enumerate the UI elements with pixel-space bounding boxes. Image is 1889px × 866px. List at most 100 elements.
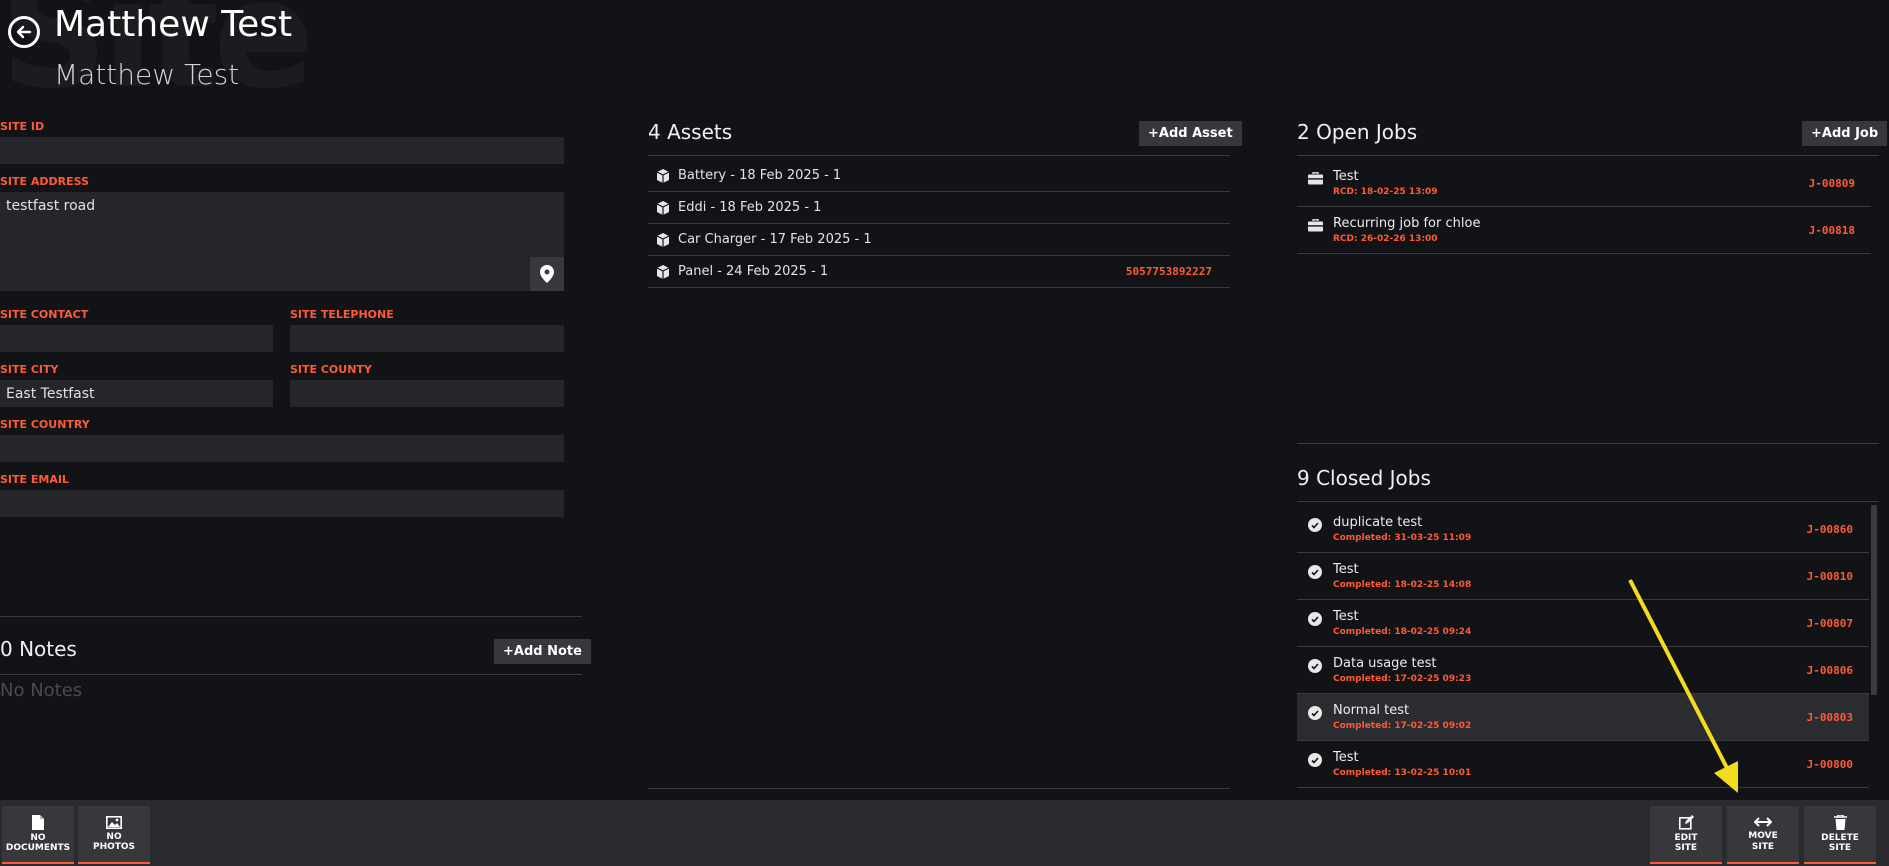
- notes-title: 0 Notes: [0, 637, 77, 661]
- photos-button[interactable]: NO PHOTOS: [78, 806, 150, 864]
- job-text: duplicate test Completed: 31-03-25 11:09: [1333, 515, 1471, 543]
- site-contact-input[interactable]: [0, 325, 273, 352]
- job-due: RCD: 26-02-26 13:00: [1333, 234, 1438, 244]
- divider: [648, 788, 1230, 789]
- map-pin-button[interactable]: [530, 257, 564, 291]
- job-id: J-00809: [1808, 176, 1855, 190]
- photos-label: NO PHOTOS: [92, 831, 136, 852]
- annotation-arrow: [1628, 579, 1738, 793]
- site-county-input[interactable]: [290, 380, 564, 407]
- site-address-textarea[interactable]: testfast road: [0, 192, 564, 291]
- site-telephone-input[interactable]: [290, 325, 564, 352]
- page-subtitle: Matthew Test: [54, 58, 240, 91]
- documents-button[interactable]: NO DOCUMENTS: [2, 806, 74, 864]
- box-icon: [656, 232, 670, 247]
- trash-icon: [1833, 814, 1847, 830]
- edit-site-button[interactable]: EDIT SITE: [1650, 806, 1722, 864]
- job-name: Recurring job for chloe: [1333, 216, 1481, 231]
- add-job-button[interactable]: +Add Job: [1802, 121, 1888, 146]
- closed-job-row[interactable]: Test Completed: 13-02-25 10:01 J-00800: [1297, 741, 1869, 788]
- check-icon-wrap: [1297, 612, 1333, 626]
- check-icon-wrap: [1297, 518, 1333, 532]
- delete-site-button[interactable]: DELETE SITE: [1804, 806, 1876, 864]
- asset-row[interactable]: Eddi - 18 Feb 2025 - 1: [648, 192, 1230, 224]
- job-id: J-00800: [1806, 757, 1853, 771]
- check-icon-wrap: [1297, 753, 1333, 767]
- delete-site-label: DELETE SITE: [1821, 832, 1859, 853]
- check-icon-wrap: [1297, 706, 1333, 720]
- job-id: J-00806: [1806, 663, 1853, 677]
- job-completed: Completed: 31-03-25 11:09: [1333, 533, 1472, 543]
- asset-row[interactable]: Car Charger - 17 Feb 2025 - 1: [648, 224, 1230, 256]
- job-name: Test: [1333, 750, 1359, 765]
- check-icon-wrap: [1297, 659, 1333, 673]
- closed-job-row[interactable]: duplicate test Completed: 31-03-25 11:09 J…: [1297, 506, 1869, 553]
- add-asset-button[interactable]: +Add Asset: [1139, 121, 1242, 146]
- job-due: RCD: 18-02-25 13:09: [1333, 187, 1438, 197]
- page-title: Matthew Test: [54, 4, 293, 45]
- site-email-input[interactable]: [0, 490, 564, 517]
- document-icon: [32, 814, 44, 830]
- open-job-row[interactable]: Test RCD: 18-02-25 13:09 J-00809: [1297, 160, 1871, 207]
- job-name: Normal test: [1333, 703, 1410, 718]
- check-circle-icon: [1308, 753, 1322, 767]
- check-circle-icon: [1308, 706, 1322, 720]
- job-text: Test Completed: 18-02-25 14:08: [1333, 562, 1471, 590]
- box-icon: [656, 264, 670, 279]
- site-address-value: testfast road: [6, 198, 96, 214]
- check-circle-icon: [1308, 565, 1322, 579]
- closed-job-row[interactable]: Data usage test Completed: 17-02-25 09:23…: [1297, 647, 1869, 694]
- divider: [648, 155, 1230, 156]
- site-id-label: SITE ID: [0, 120, 45, 133]
- add-note-button[interactable]: +Add Note: [494, 639, 591, 664]
- move-site-label: MOVE SITE: [1748, 831, 1778, 852]
- site-contact-label: SITE CONTACT: [0, 308, 89, 321]
- job-completed: Completed: 18-02-25 14:08: [1333, 580, 1472, 590]
- move-site-button[interactable]: MOVE SITE: [1727, 806, 1799, 864]
- job-text: Test RCD: 18-02-25 13:09: [1333, 169, 1438, 197]
- back-button[interactable]: [8, 16, 40, 48]
- box-icon: [656, 168, 670, 183]
- toolbox-icon: [1307, 219, 1323, 232]
- job-text: Normal test Completed: 17-02-25 09:02: [1333, 703, 1471, 731]
- closed-job-row[interactable]: Test Completed: 18-02-25 14:08 J-00810: [1297, 553, 1869, 600]
- box-icon-wrap: [648, 232, 678, 247]
- documents-label: NO DOCUMENTS: [5, 832, 71, 853]
- job-name: Data usage test: [1333, 656, 1437, 671]
- toolbox-icon: [1307, 172, 1323, 185]
- job-id: J-00810: [1806, 569, 1853, 583]
- check-icon-wrap: [1297, 565, 1333, 579]
- job-id: J-00803: [1806, 710, 1853, 724]
- job-name: Test: [1333, 169, 1359, 184]
- divider: [1297, 155, 1879, 156]
- asset-row[interactable]: Panel - 24 Feb 2025 - 1 5057753892227: [648, 256, 1230, 288]
- asset-row[interactable]: Battery - 18 Feb 2025 - 1: [648, 160, 1230, 192]
- closed-job-row[interactable]: Normal test Completed: 17-02-25 09:02 J-00…: [1297, 694, 1869, 741]
- closed-job-row[interactable]: Test Completed: 18-02-25 09:24 J-00807: [1297, 600, 1869, 647]
- site-country-input[interactable]: [0, 435, 564, 462]
- divider: [0, 616, 582, 617]
- job-text: Recurring job for chloe RCD: 26-02-26 13:…: [1333, 216, 1480, 244]
- closed-jobs-scrollbar[interactable]: [1871, 505, 1877, 695]
- job-text: Test Completed: 13-02-25 10:01: [1333, 750, 1471, 778]
- job-id: J-00807: [1806, 616, 1853, 630]
- divider: [1297, 443, 1879, 444]
- asset-name: Car Charger - 17 Feb 2025 - 1: [678, 232, 872, 247]
- box-icon-wrap: [648, 200, 678, 215]
- site-city-input[interactable]: East Testfast: [0, 380, 273, 407]
- edit-site-label: EDIT SITE: [1674, 832, 1698, 853]
- site-city-label: SITE CITY: [0, 363, 59, 376]
- site-telephone-label: SITE TELEPHONE: [290, 308, 394, 321]
- job-completed: Completed: 18-02-25 09:24: [1333, 627, 1472, 637]
- edit-icon: [1678, 814, 1694, 830]
- site-email-label: SITE EMAIL: [0, 473, 69, 486]
- site-id-input[interactable]: [0, 137, 564, 164]
- open-job-row[interactable]: Recurring job for chloe RCD: 26-02-26 13:…: [1297, 207, 1871, 254]
- box-icon-wrap: [648, 168, 678, 183]
- site-address-label: SITE ADDRESS: [0, 175, 89, 188]
- job-completed: Completed: 17-02-25 09:02: [1333, 721, 1472, 731]
- closed-jobs-title: 9 Closed Jobs: [1297, 466, 1431, 490]
- site-country-label: SITE COUNTRY: [0, 418, 90, 431]
- asset-serial: 5057753892227: [1125, 265, 1212, 278]
- asset-name: Battery - 18 Feb 2025 - 1: [678, 168, 842, 183]
